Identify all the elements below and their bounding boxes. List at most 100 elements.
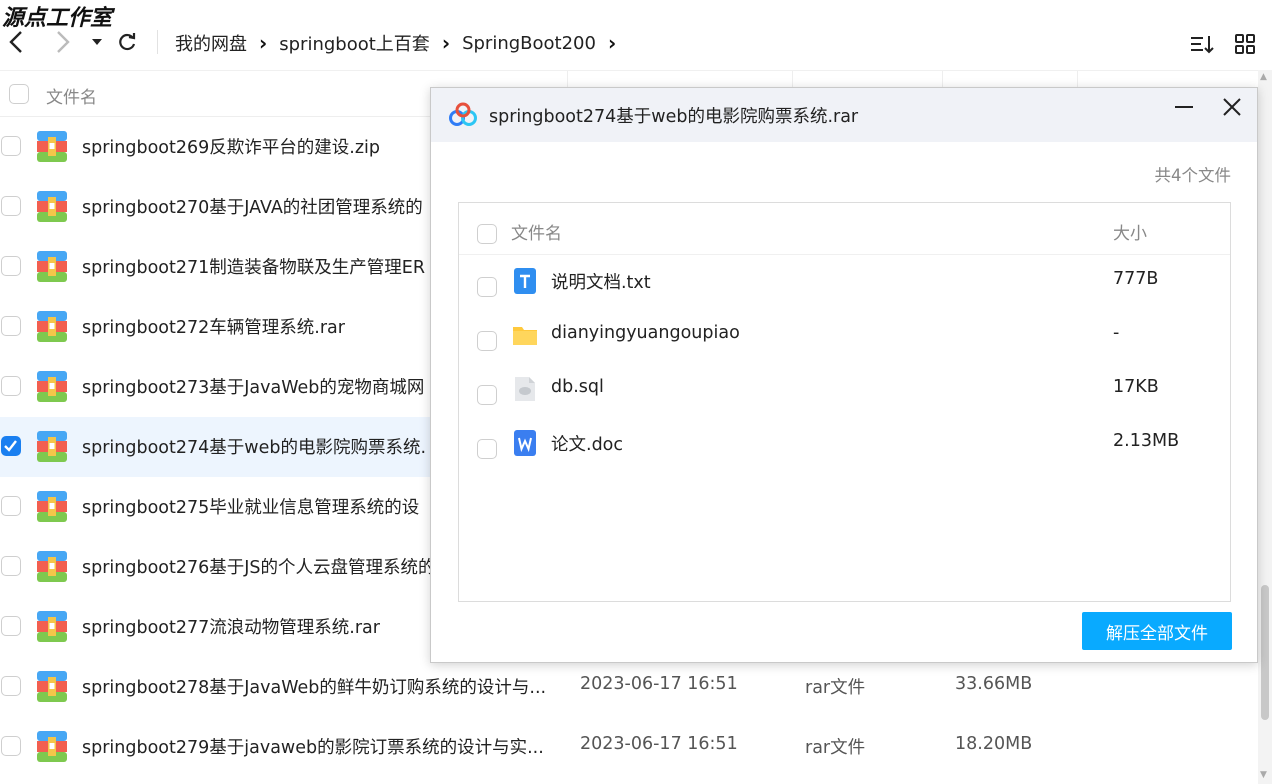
toolbar-divider (157, 30, 158, 54)
sort-button[interactable] (1189, 32, 1215, 58)
grid-view-button[interactable] (1233, 32, 1259, 58)
history-dropdown-button[interactable] (84, 28, 110, 56)
archive-file-size: 2.13MB (1113, 431, 1180, 451)
archive-file-name[interactable]: dianyingyuangoupiao (551, 323, 740, 343)
file-date: 2023-06-17 16:51 (580, 674, 738, 694)
minimize-icon (1175, 106, 1193, 108)
row-checkbox[interactable] (1, 136, 21, 156)
archive-file-icon (37, 551, 67, 582)
row-checkbox[interactable] (1, 436, 21, 456)
archive-file-size: 17KB (1113, 377, 1159, 397)
back-button[interactable] (3, 28, 29, 56)
row-checkbox[interactable] (1, 616, 21, 636)
grid-view-icon (1235, 34, 1255, 54)
archive-file-row[interactable]: 论文.doc 2.13MB (459, 417, 1230, 471)
select-all-archive-checkbox[interactable] (477, 224, 497, 244)
file-type: rar文件 (805, 738, 866, 758)
archive-file-icon (37, 371, 67, 402)
archive-file-icon (37, 671, 67, 702)
row-checkbox[interactable] (1, 556, 21, 576)
file-name[interactable]: springboot278基于JavaWeb的鲜牛奶订购系统的设计与... (82, 674, 546, 699)
row-checkbox[interactable] (1, 316, 21, 336)
archive-file-icon (37, 491, 67, 522)
archive-file-row[interactable]: dianyingyuangoupiao - (459, 309, 1230, 363)
archive-column-size: 大小 (1113, 224, 1147, 244)
chevron-left-icon (9, 31, 22, 53)
file-type: rar文件 (805, 678, 866, 698)
chevron-right-icon (57, 31, 70, 53)
archive-file-icon (37, 611, 67, 642)
archive-row-checkbox[interactable] (477, 331, 497, 351)
scroll-up-icon[interactable]: ▲ (1260, 72, 1270, 82)
archive-file-icon (37, 731, 67, 762)
archive-file-table: 文件名 大小 说明文档.txt 777B dianyingyuangoupiao - d… (458, 202, 1231, 602)
row-checkbox[interactable] (1, 376, 21, 396)
select-all-checkbox[interactable] (9, 84, 29, 104)
breadcrumb: 我的网盘 › springboot上百套 › SpringBoot200 › (175, 30, 628, 56)
row-checkbox[interactable] (1, 196, 21, 216)
archive-file-name[interactable]: db.sql (551, 377, 604, 397)
file-size: 18.20MB (955, 734, 1033, 754)
file-name[interactable]: springboot272车辆管理系统.rar (82, 314, 345, 339)
breadcrumb-item[interactable]: springboot上百套 (279, 30, 430, 56)
breadcrumb-item[interactable]: 我的网盘 (175, 30, 247, 56)
row-checkbox[interactable] (1, 496, 21, 516)
scrollbar-thumb[interactable] (1261, 585, 1269, 720)
file-count: 共4个文件 (1154, 166, 1232, 185)
toolbar: 我的网盘 › springboot上百套 › SpringBoot200 › (0, 12, 1272, 68)
archive-table-header: 文件名 大小 (459, 203, 1230, 255)
extract-all-button[interactable]: 解压全部文件 (1082, 612, 1232, 650)
file-size: 33.66MB (955, 674, 1033, 694)
row-checkbox[interactable] (1, 736, 21, 756)
file-name[interactable]: springboot279基于javaweb的影院订票系统的设计与实... (82, 734, 544, 759)
file-name[interactable]: springboot271制造装备物联及生产管理ER (82, 254, 425, 279)
folder-icon (512, 322, 538, 348)
row-checkbox[interactable] (1, 256, 21, 276)
table-row[interactable]: springboot278基于JavaWeb的鲜牛奶订购系统的设计与... 202… (0, 657, 1258, 717)
scroll-down-icon[interactable]: ▼ (1260, 770, 1270, 780)
minimize-button[interactable] (1171, 102, 1197, 128)
baidu-netdisk-logo-icon (449, 102, 477, 126)
archive-file-name[interactable]: 论文.doc (551, 431, 623, 456)
archive-row-checkbox[interactable] (477, 439, 497, 459)
sql-file-icon (512, 376, 538, 402)
breadcrumb-separator-icon: › (607, 31, 617, 55)
refresh-icon (119, 33, 136, 51)
archive-row-checkbox[interactable] (477, 277, 497, 297)
vertical-scrollbar[interactable]: ▲ ▼ (1258, 70, 1272, 784)
file-name[interactable]: springboot273基于JavaWeb的宠物商城网 (82, 374, 424, 399)
archive-file-icon (37, 251, 67, 282)
dialog-title: springboot274基于web的电影院购票系统.rar (489, 107, 859, 127)
row-checkbox[interactable] (1, 676, 21, 696)
archive-file-icon (37, 131, 67, 162)
file-name[interactable]: springboot275毕业就业信息管理系统的设 (82, 494, 419, 519)
archive-file-icon (37, 431, 67, 462)
archive-file-size: - (1113, 323, 1120, 343)
file-name[interactable]: springboot270基于JAVA的社团管理系统的 (82, 194, 423, 219)
archive-file-name[interactable]: 说明文档.txt (551, 269, 651, 294)
refresh-button[interactable] (114, 28, 140, 56)
file-name[interactable]: springboot277流浪动物管理系统.rar (82, 614, 380, 639)
file-date: 2023-06-17 16:51 (580, 734, 738, 754)
watermark-text: 源点工作室 (2, 6, 113, 31)
file-name[interactable]: springboot269反欺诈平台的建设.zip (82, 134, 380, 159)
file-name[interactable]: springboot274基于web的电影院购票系统. (82, 434, 426, 459)
archive-file-row[interactable]: db.sql 17KB (459, 363, 1230, 417)
column-header-name[interactable]: 文件名 (46, 83, 97, 108)
txt-file-icon (512, 268, 538, 294)
table-row[interactable]: springboot279基于javaweb的影院订票系统的设计与实... 202… (0, 717, 1258, 777)
breadcrumb-separator-icon: › (441, 31, 451, 55)
file-name[interactable]: springboot276基于JS的个人云盘管理系统的 (82, 554, 436, 579)
close-button[interactable] (1219, 94, 1245, 120)
checkmark-icon (4, 440, 17, 452)
archive-file-icon (37, 191, 67, 222)
caret-down-icon (92, 39, 102, 45)
archive-file-row[interactable]: 说明文档.txt 777B (459, 255, 1230, 309)
forward-button[interactable] (50, 28, 76, 56)
close-icon (1223, 98, 1241, 116)
archive-row-checkbox[interactable] (477, 385, 497, 405)
breadcrumb-item[interactable]: SpringBoot200 (462, 33, 596, 54)
archive-column-name: 文件名 (511, 224, 562, 244)
breadcrumb-separator-icon: › (259, 31, 268, 55)
archive-file-size: 777B (1113, 269, 1159, 289)
